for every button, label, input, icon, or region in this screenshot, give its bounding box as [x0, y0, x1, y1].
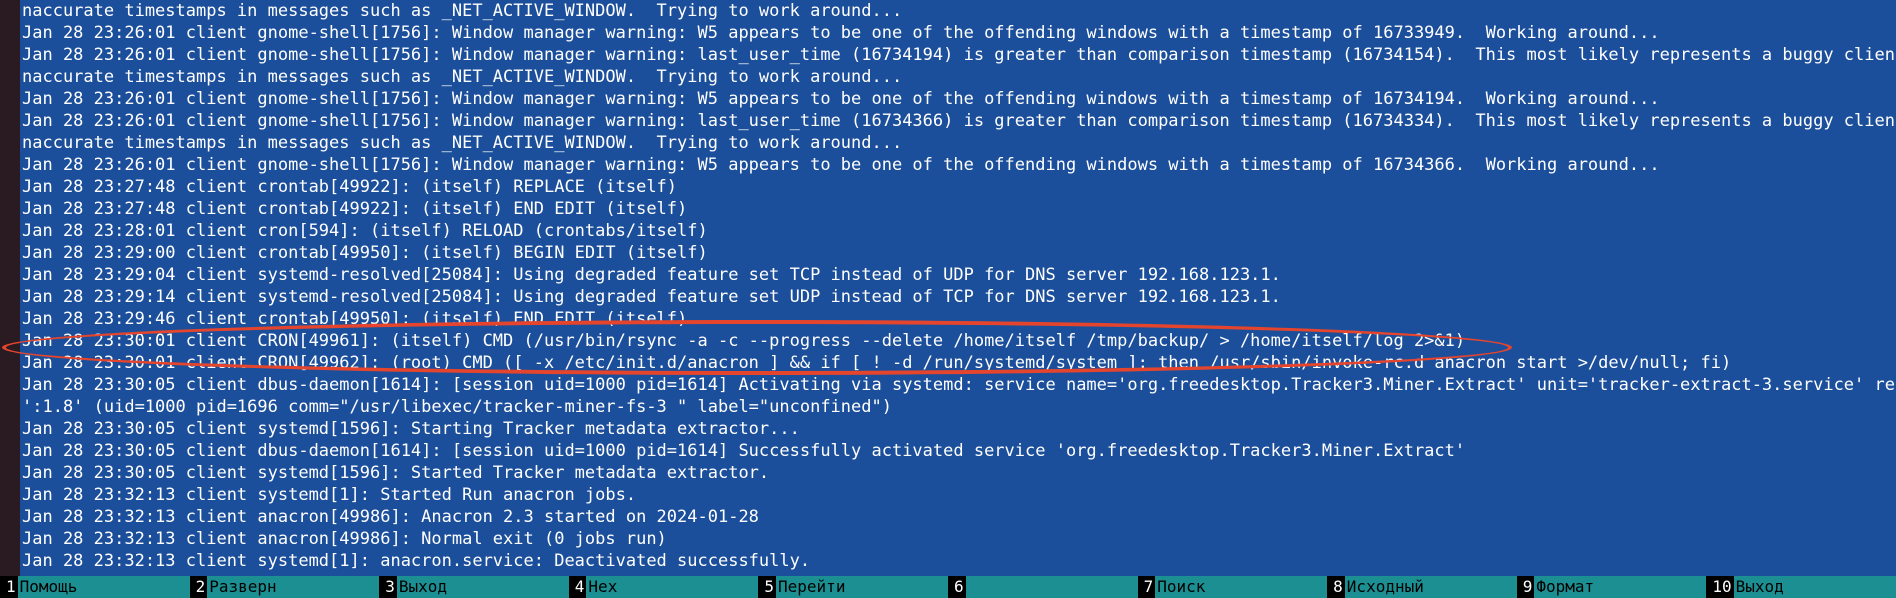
log-line: Jan 28 23:27:48 client crontab[49922]: (…	[22, 177, 678, 197]
fkey-label: Исходный	[1346, 577, 1424, 596]
fkey-format-button[interactable]: 9 Формат	[1516, 576, 1707, 598]
fkey-label	[966, 576, 968, 598]
log-line: Jan 28 23:30:05 client dbus-daemon[1614]…	[22, 441, 1466, 461]
fkey-number: 8	[1327, 576, 1345, 598]
fkey-label: Выход	[398, 577, 447, 596]
fkey-exit-button[interactable]: 10 Выход	[1706, 576, 1896, 598]
fkey-search-button[interactable]: 7 Поиск	[1137, 576, 1328, 598]
fkey-number: 1	[0, 576, 18, 598]
log-line: Jan 28 23:32:13 client anacron[49986]: A…	[22, 507, 759, 527]
function-key-bar: 1 Помощь 2 Разверн 3 Выход 4 Hex 5 Перей…	[0, 576, 1896, 598]
fkey-raw-button[interactable]: 8 Исходный	[1327, 576, 1517, 598]
fkey-label: Поиск	[1157, 577, 1206, 596]
fkey-number: 3	[379, 576, 397, 598]
fkey-label: Помощь	[19, 577, 78, 596]
fkey-quit-button[interactable]: 3 Выход	[379, 576, 569, 598]
log-line: Jan 28 23:26:01 client gnome-shell[1756]…	[22, 155, 1660, 175]
fkey-empty-button[interactable]: 6	[947, 576, 1138, 598]
log-line: Jan 28 23:30:05 client systemd[1596]: St…	[22, 419, 800, 439]
fkey-number: 6	[947, 576, 966, 598]
fkey-label: Разверн	[209, 577, 277, 596]
log-line: Jan 28 23:28:01 client cron[594]: (itsel…	[22, 221, 708, 241]
fkey-number: 2	[189, 576, 208, 598]
fkey-label: Hex	[588, 577, 618, 596]
fkey-label: Перейти	[778, 577, 846, 596]
log-line: Jan 28 23:27:48 client crontab[49922]: (…	[22, 199, 688, 219]
log-line: Jan 28 23:30:01 client CRON[49962]: (roo…	[22, 353, 1732, 373]
fkey-help-button[interactable]: 1 Помощь	[0, 576, 190, 598]
log-line: Jan 28 23:29:00 client crontab[49950]: (…	[22, 243, 708, 263]
terminal-left-edge	[0, 0, 20, 576]
log-line-highlighted: Jan 28 23:30:01 client CRON[49961]: (its…	[22, 331, 1466, 351]
log-line: naccurate timestamps in messages such as…	[22, 133, 903, 153]
log-line: Jan 28 23:26:01 client gnome-shell[1756]…	[22, 23, 1660, 43]
log-line: Jan 28 23:32:13 client systemd[1]: Start…	[22, 485, 637, 505]
log-line: Jan 28 23:32:13 client systemd[1]: anacr…	[22, 551, 811, 571]
fkey-hex-button[interactable]: 4 Hex	[568, 576, 759, 598]
log-viewer[interactable]: naccurate timestamps in messages such as…	[22, 0, 1896, 576]
log-line: Jan 28 23:29:04 client systemd-resolved[…	[22, 265, 1281, 285]
fkey-number: 10	[1706, 576, 1734, 598]
fkey-number: 7	[1137, 576, 1156, 598]
fkey-goto-button[interactable]: 5 Перейти	[758, 576, 948, 598]
log-line: Jan 28 23:29:46 client crontab[49950]: (…	[22, 309, 688, 329]
log-line: Jan 28 23:26:01 client gnome-shell[1756]…	[22, 111, 1896, 131]
log-line: Jan 28 23:26:01 client gnome-shell[1756]…	[22, 45, 1896, 65]
log-line: naccurate timestamps in messages such as…	[22, 67, 903, 87]
log-line: Jan 28 23:26:01 client gnome-shell[1756]…	[22, 89, 1660, 109]
log-line: Jan 28 23:30:05 client systemd[1596]: St…	[22, 463, 770, 483]
fkey-unwrap-button[interactable]: 2 Разверн	[189, 576, 380, 598]
log-line: Jan 28 23:32:13 client anacron[49986]: N…	[22, 529, 667, 549]
fkey-number: 4	[568, 576, 587, 598]
log-line: Jan 28 23:29:14 client systemd-resolved[…	[22, 287, 1281, 307]
log-line: ':1.8' (uid=1000 pid=1696 comm="/usr/lib…	[22, 397, 892, 417]
fkey-number: 9	[1516, 576, 1535, 598]
log-line: Jan 28 23:30:05 client dbus-daemon[1614]…	[22, 375, 1896, 395]
log-line: naccurate timestamps in messages such as…	[22, 1, 903, 21]
fkey-label: Формат	[1536, 577, 1595, 596]
fkey-label: Выход	[1735, 577, 1784, 596]
fkey-number: 5	[758, 576, 777, 598]
